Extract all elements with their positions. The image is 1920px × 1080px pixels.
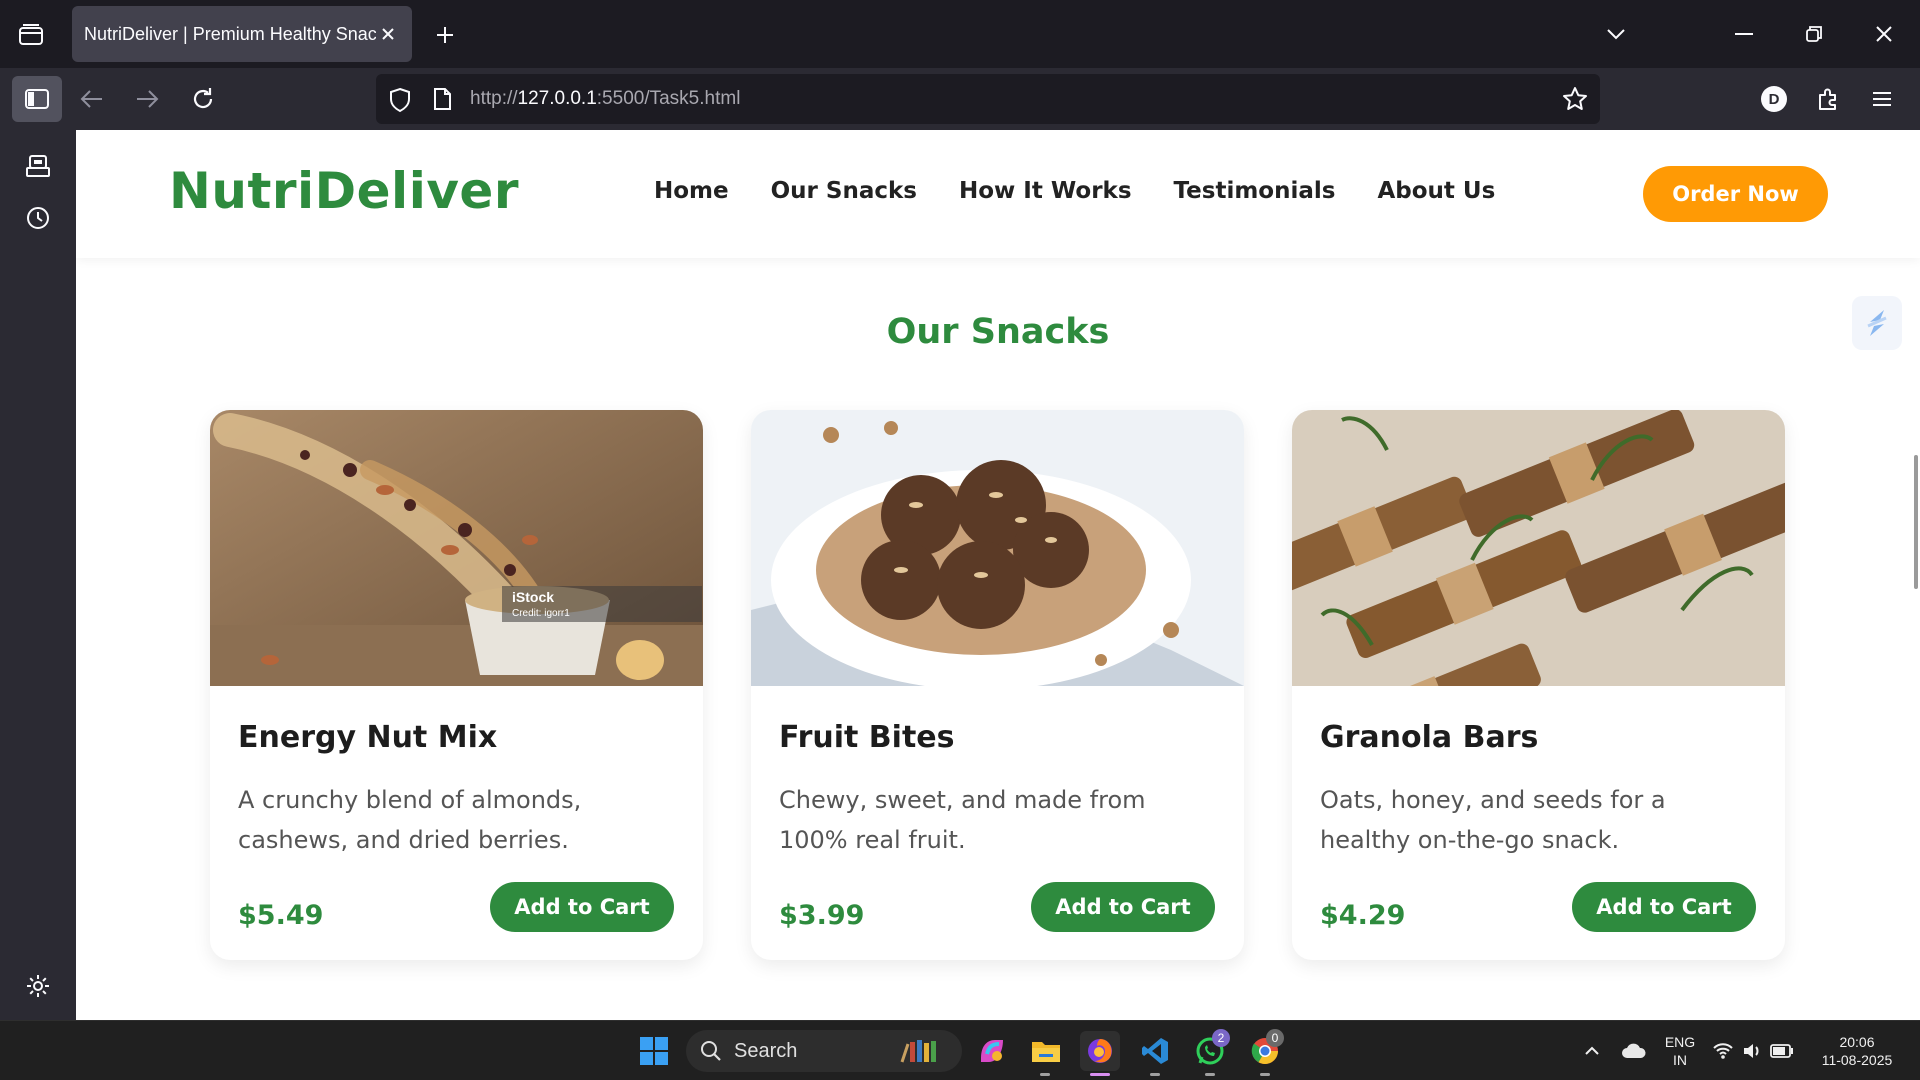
account-avatar[interactable]: D	[1761, 86, 1787, 112]
copilot-icon[interactable]	[972, 1031, 1012, 1071]
chevron-up-icon[interactable]	[1572, 1031, 1612, 1071]
page-viewport: NutriDeliver Home Our Snacks How It Work…	[76, 130, 1920, 1020]
order-now-button[interactable]: Order Now	[1643, 166, 1828, 222]
nav-home[interactable]: Home	[654, 178, 729, 204]
tab-title: NutriDeliver | Premium Healthy Snacks	[84, 23, 376, 44]
bookmark-star-icon[interactable]	[1562, 86, 1588, 116]
history-icon[interactable]	[20, 200, 56, 236]
product-image-fruit-bites	[751, 410, 1244, 686]
extensions-icon[interactable]	[1808, 79, 1848, 119]
file-explorer-icon[interactable]	[1026, 1031, 1066, 1071]
site-header: NutriDeliver Home Our Snacks How It Work…	[76, 130, 1920, 258]
new-tab-icon[interactable]	[428, 18, 462, 52]
product-card: iStock Credit: igorr1 Energy Nut Mix A c…	[210, 410, 703, 960]
menu-icon[interactable]	[1862, 79, 1902, 119]
books-icon	[900, 1038, 950, 1068]
product-image-nut-mix: iStock Credit: igorr1	[210, 410, 703, 686]
page-scrollbar[interactable]	[1914, 455, 1918, 589]
active-tab[interactable]: NutriDeliver | Premium Healthy Snacks	[72, 6, 412, 62]
floating-extension-icon[interactable]	[1852, 296, 1902, 350]
active-indicator	[1090, 1073, 1110, 1076]
back-icon[interactable]	[72, 79, 112, 119]
add-to-cart-button[interactable]: Add to Cart	[1572, 882, 1756, 932]
search-icon	[701, 1041, 721, 1061]
running-indicator	[1150, 1073, 1160, 1076]
product-name: Fruit Bites	[779, 720, 955, 755]
browser-sidebar	[0, 130, 76, 1020]
shield-icon[interactable]	[388, 87, 412, 117]
page-icon	[432, 87, 452, 115]
synced-tabs-icon[interactable]	[20, 148, 56, 184]
clock[interactable]: 20:06 11-08-2025	[1802, 1033, 1912, 1069]
product-card: Fruit Bites Chewy, sweet, and made from …	[751, 410, 1244, 960]
nav-our-snacks[interactable]: Our Snacks	[771, 178, 917, 204]
forward-icon[interactable]	[127, 79, 167, 119]
reload-icon[interactable]	[183, 79, 223, 119]
add-to-cart-button[interactable]: Add to Cart	[490, 882, 674, 932]
product-name: Energy Nut Mix	[238, 720, 498, 755]
restore-icon[interactable]	[1794, 14, 1834, 54]
running-indicator	[1205, 1073, 1215, 1076]
language-indicator[interactable]: ENG IN	[1660, 1033, 1700, 1069]
nav-how-it-works[interactable]: How It Works	[959, 178, 1132, 204]
site-logo[interactable]: NutriDeliver	[169, 162, 519, 220]
product-description: A crunchy blend of almonds, cashews, and…	[238, 786, 582, 854]
close-tab-icon[interactable]	[376, 22, 400, 46]
product-price: $4.29	[1320, 900, 1406, 931]
main-nav: Home Our Snacks How It Works Testimonial…	[654, 178, 1537, 204]
product-price: $5.49	[238, 900, 324, 931]
tab-list-icon[interactable]	[14, 20, 48, 50]
sidebar-toggle-icon[interactable]	[12, 76, 62, 122]
add-to-cart-button[interactable]: Add to Cart	[1031, 882, 1215, 932]
taskbar-search[interactable]: Search	[686, 1030, 962, 1072]
close-window-icon[interactable]	[1864, 14, 1904, 54]
browser-tab-bar: NutriDeliver | Premium Healthy Snacks	[0, 0, 1920, 68]
running-indicator	[1260, 1073, 1270, 1076]
windows-taskbar: Search 2 0 ENG IN 20:06 11-08-2025	[0, 1020, 1920, 1080]
browser-nav-bar: http://127.0.0.1:5500/Task5.html D	[0, 68, 1920, 130]
address-bar[interactable]: http://127.0.0.1:5500/Task5.html	[376, 74, 1600, 124]
running-indicator	[1040, 1073, 1050, 1076]
battery-icon	[1770, 1044, 1793, 1058]
minimize-icon[interactable]	[1724, 14, 1764, 54]
section-title: Our Snacks	[886, 312, 1110, 352]
whatsapp-badge: 2	[1212, 1029, 1230, 1047]
system-tray-icons[interactable]	[1708, 1031, 1798, 1071]
chevron-down-icon[interactable]	[1596, 14, 1636, 54]
product-price: $3.99	[779, 900, 865, 931]
image-credit: Credit: igorr1	[512, 608, 570, 619]
nav-about-us[interactable]: About Us	[1377, 178, 1495, 204]
firefox-icon[interactable]	[1080, 1031, 1120, 1071]
nav-testimonials[interactable]: Testimonials	[1174, 178, 1336, 204]
windows-start-icon[interactable]	[634, 1031, 674, 1071]
product-description: Chewy, sweet, and made from 100% real fr…	[779, 786, 1146, 854]
search-label: Search	[734, 1039, 798, 1062]
volume-icon	[1744, 1044, 1759, 1058]
product-card: Granola Bars Oats, honey, and seeds for …	[1292, 410, 1785, 960]
product-image-granola-bars	[1292, 410, 1785, 686]
product-name: Granola Bars	[1320, 720, 1539, 755]
onedrive-cloud-icon[interactable]	[1614, 1031, 1654, 1071]
product-description: Oats, honey, and seeds for a healthy on-…	[1320, 786, 1666, 854]
settings-gear-icon[interactable]	[20, 968, 56, 1004]
url-text[interactable]: http://127.0.0.1:5500/Task5.html	[470, 74, 740, 124]
vscode-icon[interactable]	[1135, 1031, 1175, 1071]
chrome-badge: 0	[1266, 1029, 1284, 1047]
wifi-icon	[1713, 1043, 1733, 1059]
istock-watermark: iStock	[512, 589, 554, 605]
